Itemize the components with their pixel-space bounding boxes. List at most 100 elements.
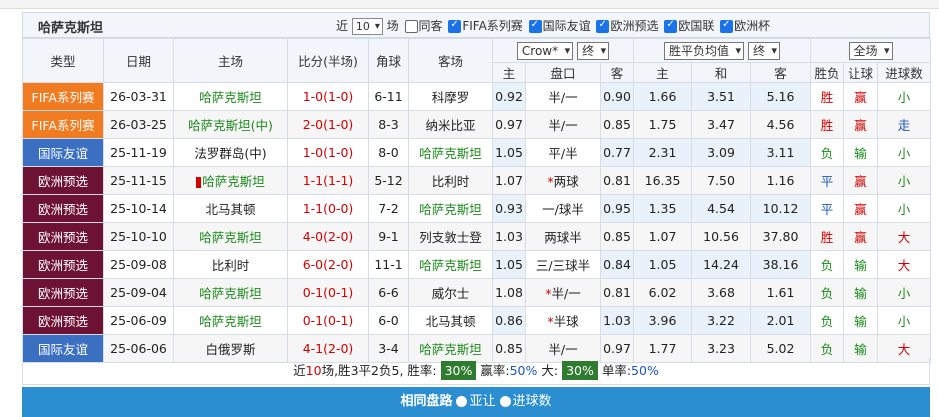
recent-prefix: 近 <box>336 19 349 33</box>
filter-checkbox-fifa[interactable] <box>448 19 462 33</box>
odds-value: 7.50 <box>707 173 735 188</box>
home-team[interactable]: 哈萨克斯坦 <box>173 82 288 111</box>
match-date: 25-10-10 <box>103 222 174 251</box>
odds-value: 1.05 <box>495 257 523 272</box>
company-select[interactable]: Crow* <box>516 41 574 60</box>
odds-value: 0.85 <box>603 229 631 244</box>
result-text: 平 <box>820 174 834 189</box>
odds-value: 3.23 <box>707 341 735 356</box>
goals-result: 大 <box>877 222 932 251</box>
odds-value: 1.07 <box>495 173 523 188</box>
avg-draw: 3.22 <box>691 306 752 335</box>
match-date: 25-09-08 <box>103 250 174 279</box>
home-team[interactable]: 哈萨克斯坦(中) <box>173 110 288 139</box>
table-row[interactable]: FIFA系列赛 26-03-31 哈萨克斯坦 1-0(1-0) 6-11 科摩罗 0.92 半… <box>22 82 932 111</box>
radio-label-goals: 进球数 <box>512 394 552 409</box>
handicap-line-cell: *两球 <box>525 166 601 195</box>
avg-away: 37.80 <box>750 222 812 251</box>
league-badge[interactable]: 欧洲预选 <box>22 166 104 195</box>
league-badge[interactable]: 欧洲预选 <box>22 250 104 279</box>
table-row[interactable]: 欧洲预选 25-11-15 哈萨克斯坦 1-1(1-1) 5-12 比利时 1.07 *两球 0… <box>22 166 932 195</box>
table-row[interactable]: 欧洲预选 25-10-10 哈萨克斯坦 4-0(2-0) 9-1 列支敦士登 1.03 两球半… <box>22 222 932 251</box>
match-result: 负 <box>810 306 845 335</box>
away-team[interactable]: 比利时 <box>408 166 493 195</box>
table-row[interactable]: 欧洲预选 25-06-09 哈萨克斯坦 0-1(0-1) 6-0 北马其顿 0.86 *半球 1… <box>22 306 932 335</box>
league-badge[interactable]: FIFA系列赛 <box>22 110 104 139</box>
handicap-line: 两球 <box>553 174 579 189</box>
home-team[interactable]: 哈萨克斯坦 <box>173 278 288 307</box>
odds-away: 0.95 <box>599 194 635 223</box>
odds-value: 3.09 <box>707 145 735 160</box>
avg-draw: 10.56 <box>691 222 752 251</box>
league-badge[interactable]: 欧洲预选 <box>22 278 104 307</box>
match-result: 平 <box>810 166 845 195</box>
table-row[interactable]: FIFA系列赛 26-03-25 哈萨克斯坦(中) 2-0(1-0) 8-3 纳米比亚 0.… <box>22 110 932 139</box>
handicap-result: 赢 <box>843 166 879 195</box>
odds-value: 0.97 <box>603 341 631 356</box>
odds-value: 3.47 <box>707 117 735 132</box>
period-select-2[interactable]: 终 <box>748 41 781 60</box>
col-corner: 角球 <box>368 38 409 83</box>
away-team[interactable]: 哈萨克斯坦 <box>408 250 493 279</box>
away-team[interactable]: 科摩罗 <box>408 82 493 111</box>
odds-value: 10.56 <box>703 229 739 244</box>
same-home-label: 同客 <box>418 19 443 33</box>
table-row[interactable]: 欧洲预选 25-10-14 北马其顿 1-1(0-0) 7-2 哈萨克斯坦 0.93 一/球半… <box>22 194 932 223</box>
period-select-1[interactable]: 终 <box>577 41 610 60</box>
match-result: 负 <box>810 250 845 279</box>
recent-count-select[interactable]: 10 <box>351 18 383 35</box>
avg-draw: 3.09 <box>691 138 752 167</box>
goals-text: 小 <box>897 286 911 301</box>
half-score: (0-1) <box>323 313 354 328</box>
home-team[interactable]: 比利时 <box>173 250 288 279</box>
filter-checkbox-nations-league[interactable] <box>664 19 678 33</box>
away-team[interactable]: 威尔士 <box>408 278 493 307</box>
away-team[interactable]: 哈萨克斯坦 <box>408 138 493 167</box>
date-text: 25-06-06 <box>110 341 167 356</box>
col-line: 盘口 <box>525 62 601 83</box>
handicap-result: 输 <box>843 306 879 335</box>
handicap-result: 输 <box>843 138 879 167</box>
odds-select[interactable]: 胜平负均值 <box>664 41 745 60</box>
handicap-result: 赢 <box>843 110 879 139</box>
odds-value: 3.96 <box>648 313 677 328</box>
league-badge[interactable]: 国际友谊 <box>22 138 104 167</box>
home-team[interactable]: 哈萨克斯坦 <box>173 222 288 251</box>
result-text: 胜 <box>820 90 834 105</box>
result-text: 负 <box>820 314 834 329</box>
league-badge[interactable]: 欧洲预选 <box>22 222 104 251</box>
radio-asian-handicap[interactable] <box>456 396 468 407</box>
odds-value: 6.02 <box>648 285 677 300</box>
match-score: 1-1(0-0) <box>287 194 369 223</box>
scope-select[interactable]: 全场 <box>848 41 893 60</box>
home-team[interactable]: 北马其顿 <box>173 194 288 223</box>
away-team[interactable]: 北马其顿 <box>408 306 493 335</box>
league-badge[interactable]: 欧洲预选 <box>22 306 104 335</box>
odds-value: 0.95 <box>603 201 631 216</box>
odds-value: 1.07 <box>648 229 677 244</box>
match-date: 25-06-09 <box>103 306 174 335</box>
table-row[interactable]: 欧洲预选 25-09-04 哈萨克斯坦 0-1(0-1) 6-6 威尔士 1.08 *半/一 0… <box>22 278 932 307</box>
same-home-checkbox[interactable] <box>404 20 418 33</box>
filter-checkbox-euro-cup[interactable] <box>720 19 734 33</box>
away-team-name: 比利时 <box>431 174 470 189</box>
radio-goals[interactable] <box>499 396 511 407</box>
league-badge[interactable]: 欧洲预选 <box>22 194 104 223</box>
away-team[interactable]: 哈萨克斯坦 <box>408 194 493 223</box>
corner-value: 9-1 <box>378 229 399 244</box>
avg-away: 38.16 <box>750 250 812 279</box>
odds-home: 0.86 <box>492 306 526 335</box>
odds-away: 0.90 <box>599 82 635 111</box>
home-team[interactable]: 哈萨克斯坦 <box>173 306 288 335</box>
table-row[interactable]: 欧洲预选 25-09-08 比利时 6-0(2-0) 11-1 哈萨克斯坦 1.05 三/三球… <box>22 250 932 279</box>
filter-checkbox-friendly[interactable] <box>528 19 542 33</box>
away-team[interactable]: 列支敦士登 <box>408 222 493 251</box>
table-row[interactable]: 国际友谊 25-11-19 法罗群岛(中) 1-0(1-0) 8-0 哈萨克斯坦 1.05 平… <box>22 138 932 167</box>
away-team[interactable]: 纳米比亚 <box>408 110 493 139</box>
home-team[interactable]: 法罗群岛(中) <box>173 138 288 167</box>
home-team[interactable]: 哈萨克斯坦 <box>173 166 288 195</box>
filter-checkbox-euro-qual[interactable] <box>596 19 610 33</box>
handicap-line: 一/球半 <box>542 202 584 217</box>
league-badge[interactable]: FIFA系列赛 <box>22 82 104 111</box>
score-value: 2-0 <box>302 117 324 132</box>
